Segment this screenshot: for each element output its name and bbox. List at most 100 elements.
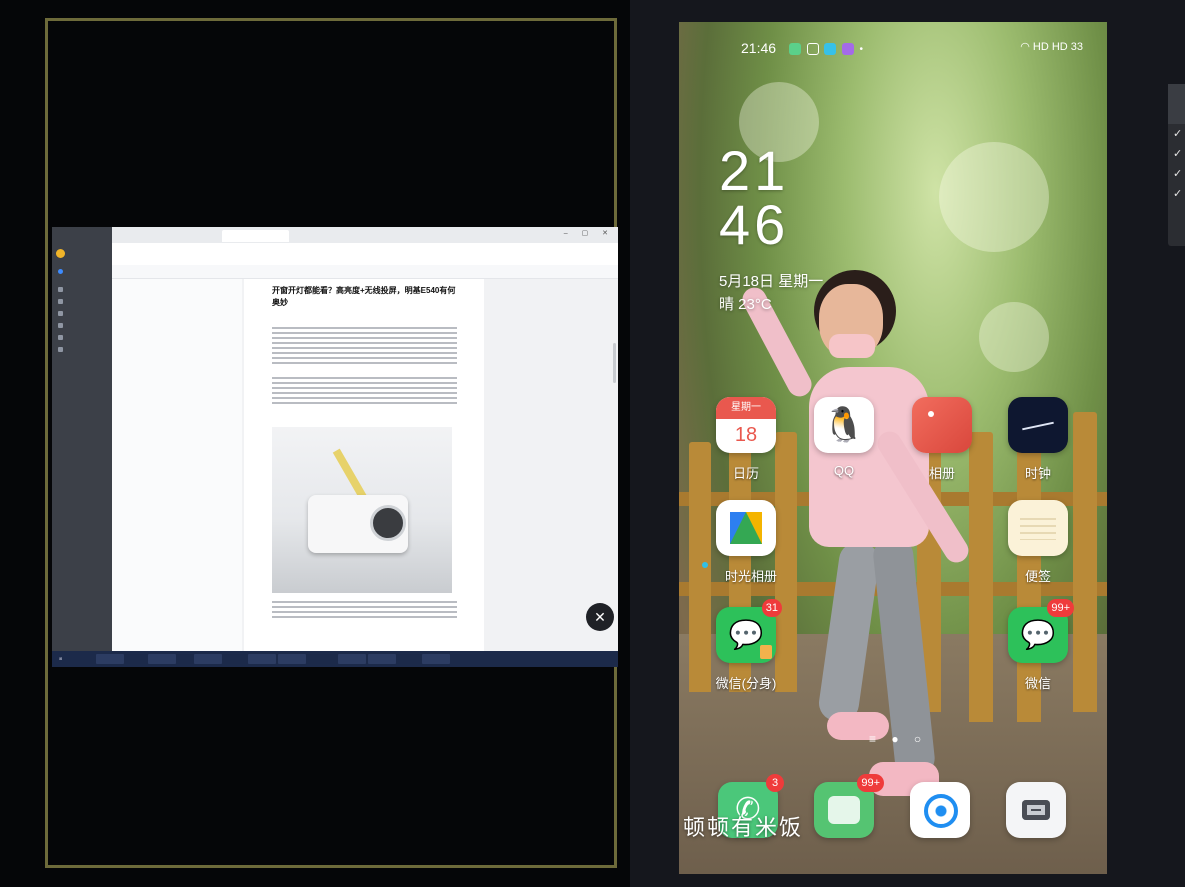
check-icon[interactable]: ✓ bbox=[1168, 184, 1185, 204]
pc-tab[interactable] bbox=[282, 230, 344, 242]
taskbar-item[interactable] bbox=[278, 654, 306, 664]
app-label: QQ bbox=[833, 463, 855, 478]
app-qq[interactable]: 🐧 QQ bbox=[809, 397, 879, 478]
pc-tab[interactable] bbox=[222, 230, 289, 242]
qq-penguin-icon: 🐧 bbox=[814, 397, 874, 453]
page-indicator[interactable]: ≡ ● ○ bbox=[869, 732, 927, 746]
side-checklist-panel[interactable]: ✓ ✓ ✓ ✓ bbox=[1168, 84, 1185, 246]
unread-badge: 99+ bbox=[857, 774, 884, 792]
pc-format-toolbar[interactable] bbox=[112, 265, 618, 279]
multitask-icon: 99+ bbox=[814, 774, 884, 838]
check-icon[interactable]: ✓ bbox=[1168, 124, 1185, 144]
article-paragraph bbox=[272, 327, 457, 367]
memo-icon bbox=[1008, 500, 1068, 556]
weather-text[interactable]: 晴 23°C bbox=[719, 293, 772, 314]
sidebar-dot-icon bbox=[58, 311, 63, 317]
app-label: 相册 bbox=[928, 466, 955, 481]
sidebar-dot-icon bbox=[58, 299, 63, 305]
article-paragraph bbox=[272, 601, 457, 621]
pc-doc-toolbar bbox=[112, 243, 618, 266]
browser-icon bbox=[910, 782, 970, 838]
status-right-icons: ◠ HD HD 33 bbox=[1020, 40, 1083, 53]
pc-taskbar: ⊞ bbox=[52, 651, 618, 667]
status-bar: 21:46 • ◠ HD HD 33 bbox=[679, 22, 1107, 72]
wallpaper-bokeh bbox=[939, 142, 1049, 252]
article-title: 开窗开灯都能看？高亮度+无线投屏，明基E540有何奥妙 bbox=[272, 286, 456, 307]
pc-sidebar-item[interactable] bbox=[58, 335, 66, 341]
new-install-dot bbox=[702, 562, 708, 568]
clock-widget[interactable]: 21 46 bbox=[719, 139, 790, 256]
unread-badge: 31 bbox=[761, 599, 782, 617]
dock-camera[interactable] bbox=[1001, 782, 1071, 838]
camera-icon bbox=[1006, 782, 1066, 838]
sidebar-dot-icon bbox=[58, 287, 63, 293]
check-icon[interactable]: ✓ bbox=[1168, 164, 1185, 184]
calendar-icon: 星期一 18 bbox=[716, 397, 776, 453]
pc-doc-body: 开窗开灯都能看？高亮度+无线投屏，明基E540有何奥妙 bbox=[112, 279, 618, 651]
pc-browser-tabbar: – ▢ ✕ bbox=[112, 227, 618, 243]
clock-icon bbox=[1008, 397, 1068, 453]
pc-doc-page: 开窗开灯都能看？高亮度+无线投屏，明基E540有何奥妙 bbox=[244, 279, 484, 651]
album-icon bbox=[912, 397, 972, 453]
app-timeline-album[interactable]: 时光相册 bbox=[702, 500, 781, 585]
check-icon[interactable]: ✓ bbox=[1168, 144, 1185, 164]
fence-post bbox=[1073, 412, 1097, 712]
dock-browser[interactable] bbox=[905, 782, 975, 838]
taskbar-item[interactable] bbox=[248, 654, 276, 664]
notification-icon bbox=[824, 42, 837, 55]
taskbar-item[interactable] bbox=[422, 654, 450, 664]
pc-sidebar bbox=[52, 227, 112, 651]
phone-home-screen: 21:46 • ◠ HD HD 33 21 46 5月18日 星期一 晴 23°… bbox=[679, 22, 1107, 874]
app-label: 时钟 bbox=[1024, 466, 1051, 481]
taskbar-item[interactable] bbox=[194, 654, 222, 664]
status-time: 21:46 bbox=[741, 40, 777, 56]
sidebar-dot-icon bbox=[58, 347, 63, 353]
pc-tab[interactable] bbox=[337, 230, 349, 242]
pc-user[interactable] bbox=[56, 249, 68, 258]
date-text[interactable]: 5月18日 星期一 bbox=[719, 270, 823, 291]
dock-multitask[interactable]: 99+ bbox=[809, 774, 884, 838]
close-projection-button[interactable]: ✕ bbox=[586, 603, 614, 631]
app-clock[interactable]: 时钟 bbox=[1003, 397, 1073, 482]
notification-icons: • bbox=[789, 40, 865, 55]
wifi-icon: ◠ bbox=[1020, 41, 1030, 53]
avatar bbox=[56, 249, 65, 258]
app-album[interactable]: 相册 bbox=[907, 397, 977, 482]
taskbar-item[interactable] bbox=[148, 654, 176, 664]
pc-sidebar-item[interactable] bbox=[58, 287, 66, 293]
missed-call-badge: 3 bbox=[766, 774, 784, 792]
sidebar-dot-icon bbox=[58, 335, 63, 341]
app-wechat[interactable]: 💬 99+ 微信 bbox=[1003, 599, 1074, 692]
app-calendar[interactable]: 星期一 18 日历 bbox=[711, 397, 781, 482]
pc-sidebar-item[interactable] bbox=[58, 311, 66, 317]
notification-icon bbox=[841, 42, 854, 55]
pc-sidebar-item[interactable] bbox=[58, 299, 66, 305]
pc-sidebar-item[interactable] bbox=[58, 269, 66, 275]
pc-sidebar-item[interactable] bbox=[58, 347, 66, 353]
pc-scrollbar[interactable] bbox=[613, 343, 616, 383]
pc-sidebar-item[interactable] bbox=[58, 323, 66, 329]
taskbar-item[interactable] bbox=[96, 654, 124, 664]
notification-icon bbox=[789, 42, 801, 55]
overlay-caption: 顿顿有米饭 bbox=[683, 815, 804, 840]
sidebar-dot-icon bbox=[58, 323, 63, 329]
pc-tab[interactable] bbox=[162, 230, 174, 242]
timeline-album-icon bbox=[702, 500, 776, 568]
app-memo[interactable]: 便签 bbox=[1003, 500, 1073, 585]
taskbar-item[interactable] bbox=[338, 654, 366, 664]
app-wechat-dual[interactable]: 💬 31 微信(分身) bbox=[711, 599, 782, 692]
window-controls[interactable]: – ▢ ✕ bbox=[564, 229, 614, 237]
windows-start-icon[interactable]: ⊞ bbox=[56, 654, 65, 664]
article-paragraph bbox=[272, 377, 457, 407]
clock-hour: 21 bbox=[719, 139, 790, 202]
wallpaper-bokeh bbox=[979, 302, 1049, 372]
calendar-weekday: 星期一 bbox=[716, 397, 776, 419]
taskbar-item[interactable] bbox=[368, 654, 396, 664]
notification-icon bbox=[806, 42, 819, 55]
app-label: 便签 bbox=[1024, 569, 1051, 584]
pc-outline-panel bbox=[112, 279, 242, 651]
more-notifications-icon: • bbox=[859, 44, 866, 55]
clock-minute: 46 bbox=[719, 193, 790, 256]
app-label: 时光相册 bbox=[724, 569, 777, 584]
sidebar-dot-icon bbox=[58, 269, 63, 275]
